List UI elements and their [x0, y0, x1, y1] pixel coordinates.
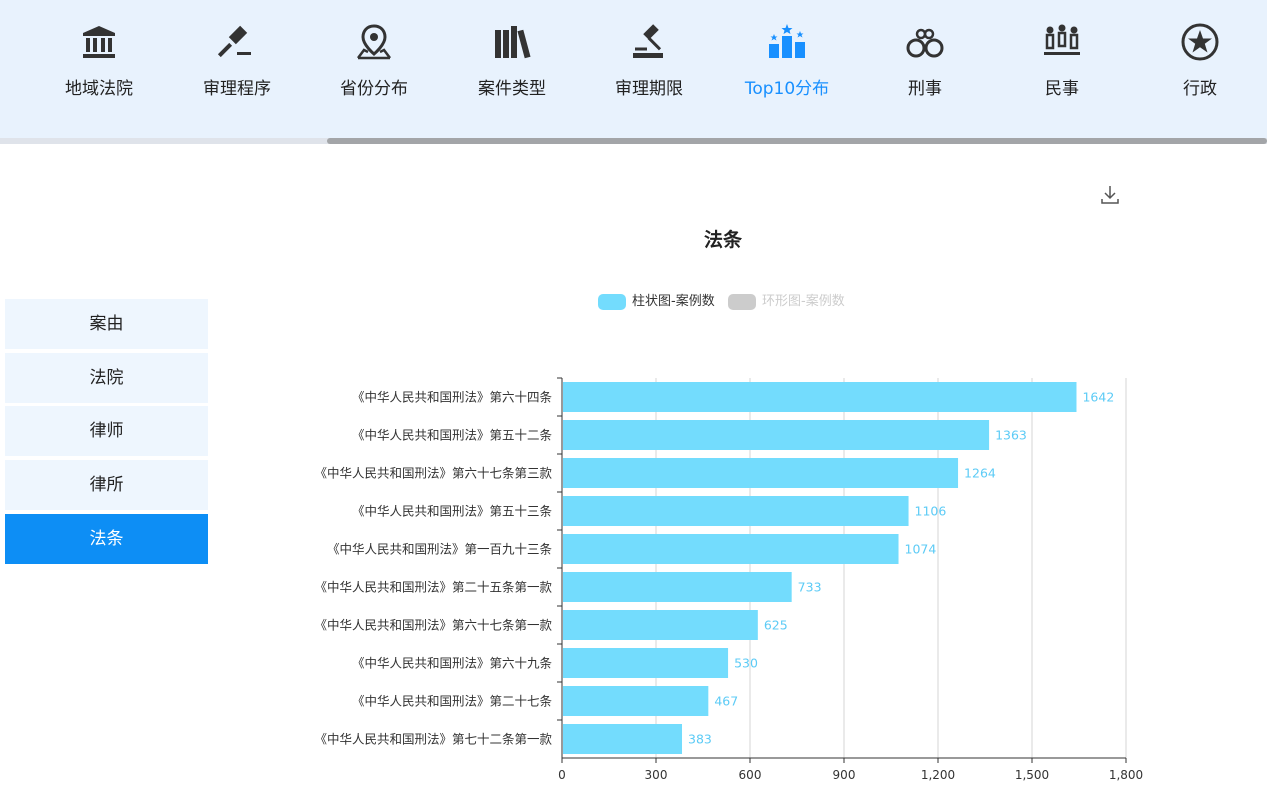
- x-tick-label: 900: [833, 768, 856, 782]
- x-tick-label: 0: [558, 768, 566, 782]
- bar: [563, 458, 959, 488]
- y-tick-label: 《中华人民共和国刑法》第六十四条: [352, 390, 553, 405]
- bar: [563, 420, 990, 450]
- x-tick-label: 1,500: [1015, 768, 1049, 782]
- bar: [563, 724, 683, 754]
- x-tick-label: 300: [645, 768, 668, 782]
- bar-data-label: 1363: [995, 428, 1027, 443]
- x-tick-label: 1,800: [1109, 768, 1143, 782]
- y-tick-label: 《中华人民共和国刑法》第六十七条第一款: [314, 618, 552, 633]
- bar-data-label: 1264: [964, 466, 996, 481]
- bar: [563, 382, 1077, 412]
- y-tick-label: 《中华人民共和国刑法》第五十三条: [352, 504, 553, 519]
- bar: [563, 572, 792, 602]
- bar-data-label: 530: [734, 656, 758, 671]
- y-tick-label: 《中华人民共和国刑法》第一百九十三条: [327, 542, 553, 557]
- bar-data-label: 733: [798, 580, 822, 595]
- y-tick-label: 《中华人民共和国刑法》第六十七条第三款: [314, 466, 552, 481]
- y-tick-label: 《中华人民共和国刑法》第七十二条第一款: [314, 732, 552, 747]
- bar-data-label: 383: [688, 732, 712, 747]
- bar-data-label: 1106: [915, 504, 947, 519]
- bar-data-label: 467: [714, 694, 738, 709]
- y-tick-label: 《中华人民共和国刑法》第五十二条: [352, 428, 553, 443]
- bar-data-label: 625: [764, 618, 788, 633]
- y-tick-label: 《中华人民共和国刑法》第六十九条: [352, 656, 553, 671]
- bar-chart: 0 300 600 900 1,200 1,500 1,800 《中华人民共和国刑法》第六十四…: [314, 377, 1143, 782]
- bar: [563, 534, 899, 564]
- y-tick-label: 《中华人民共和国刑法》第二十七条: [352, 694, 553, 709]
- bar: [563, 648, 729, 678]
- bar: [563, 610, 758, 640]
- y-tick-label: 《中华人民共和国刑法》第二十五条第一款: [314, 580, 552, 595]
- x-tick-label: 600: [739, 768, 762, 782]
- x-tick-label: 1,200: [921, 768, 955, 782]
- bar: [563, 686, 709, 716]
- bar: [563, 496, 909, 526]
- bar-data-label: 1074: [905, 542, 937, 557]
- bar-data-label: 1642: [1082, 390, 1114, 405]
